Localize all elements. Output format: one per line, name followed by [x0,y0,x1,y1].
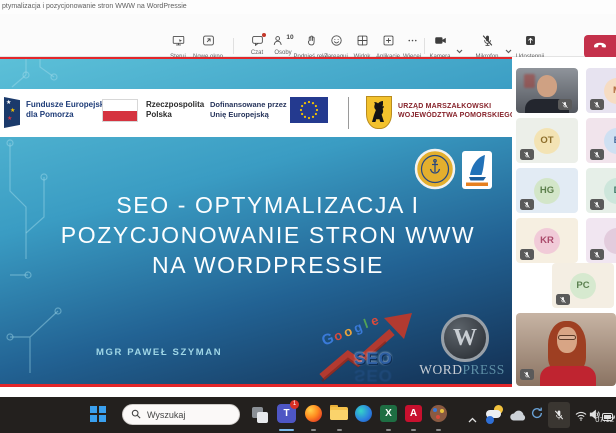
mic-muted-badge [590,99,604,110]
participant-tile-ot[interactable]: OT [516,118,578,163]
marshal-office-label: URZĄD MARSZAŁKOWSKIWOJEWÓDZTWA POMORSKIE… [398,102,516,120]
avatar: B [604,128,616,154]
avatar: HG [534,178,560,204]
edge-app-icon[interactable] [355,405,372,422]
new-window-icon [202,34,215,52]
taskbar-clock[interactable]: 07.12 [595,415,614,424]
start-button[interactable] [90,406,106,422]
face [557,327,577,353]
file-explorer-icon[interactable] [330,407,348,420]
tray-mic-muted-button[interactable] [548,402,570,428]
participant-video-tile-2[interactable] [516,313,616,386]
poland-flag [102,99,138,122]
weather-widget-icon[interactable] [485,404,505,424]
mic-muted-badge [520,199,534,210]
maritime-university-seal [414,148,456,190]
fe-label: Fundusze Europejskiedla Pomorza [26,100,111,121]
participant-tile-d[interactable]: D [586,168,616,213]
seo-reflection: SEO [354,365,393,385]
onedrive-icon[interactable] [509,408,526,426]
mic-muted-badge [520,369,534,380]
wifi-icon[interactable] [575,408,587,426]
open-app-indicator [386,429,391,431]
search-icon [131,409,141,421]
camera-icon [434,34,447,52]
avatar: PC [570,273,596,299]
windows-taskbar: Wyszukaj T 1 X A [0,397,616,433]
firefox-app-icon[interactable] [305,405,322,422]
palette-app-icon[interactable] [430,405,447,422]
wordpress-logotype: WORDPRESS [407,362,517,378]
mic-muted-badge [590,199,604,210]
eu-funding-banner: ★ ★ ★ Fundusze Europejskiedla Pomorza Rz… [0,89,512,137]
teams-notification-badge: 1 [290,400,299,409]
pomerania-griffin-crest [366,96,392,129]
mic-muted-badge [590,149,604,160]
banner-divider [348,97,349,129]
participant-tile-i[interactable]: I [586,218,616,263]
rp-label: RzeczpospolitaPolska [146,100,204,121]
leave-call-button[interactable] [584,35,616,58]
google-seo-graphic: G o o g l e SEO SEO [316,309,418,384]
tray-expand-chevron[interactable] [468,410,477,428]
avatar: OT [534,128,560,154]
excel-app-icon[interactable]: X [380,405,397,422]
teams-app-icon[interactable]: T 1 [277,404,296,423]
open-app-indicator [436,429,441,431]
participant-video-tile[interactable] [516,68,578,113]
window-title: ptymalizacja i pozycjonowanie stron WWW … [2,3,187,10]
share-screen-icon [524,34,537,52]
sync-icon[interactable] [530,406,544,425]
taskbar-search[interactable]: Wyszukaj [122,404,240,425]
glasses [558,335,576,340]
participant-tile-b[interactable]: B [586,118,616,163]
window-title-bar: ptymalizacja i pozycjonowanie stron WWW … [0,0,616,14]
face [537,75,557,97]
sailing-club-logo [462,151,492,189]
mic-muted-badge [558,99,572,110]
avatar: KR [534,228,560,254]
eu-cofinance-label: Dofinansowane przezUnię Europejską [210,100,287,120]
mic-muted-badge [520,149,534,160]
slide-author: MGR PAWEŁ SZYMAN [96,347,222,358]
wordpress-logo-icon: W [441,314,489,362]
meeting-toolbar: Steruj Nowe okno Czat 10 Osoby Podnieś r… [0,14,616,57]
participant-tile-hg[interactable]: HG [516,168,578,213]
mic-muted-badge [520,249,534,260]
mic-muted-icon [481,34,494,52]
eu-flag [290,97,328,123]
acrobat-app-icon[interactable]: A [405,405,422,422]
mic-muted-badge [590,249,604,260]
fundusze-europejskie-logo: ★ ★ ★ [4,97,20,128]
red-sweater [540,366,596,386]
open-app-indicator [279,429,294,431]
participant-tile-pc[interactable]: PC [552,263,614,308]
task-view-button[interactable] [252,407,268,423]
slide-title: SEO - OPTYMALIZACJA I POZYCJONOWANIE STR… [28,190,508,280]
avatar: M [604,78,616,104]
mic-muted-badge [556,294,570,305]
participant-tile-m[interactable]: M [586,68,616,113]
open-app-indicator [411,429,416,431]
open-app-indicator [311,429,316,431]
avatar: D [604,178,616,204]
avatar: I [604,228,616,254]
screen: ptymalizacja i pozycjonowanie stron WWW … [0,0,616,433]
shared-screen-region: ★ ★ ★ Fundusze Europejskiedla Pomorza Rz… [0,57,514,387]
hang-up-phone-icon [592,38,608,56]
participant-tile-kr[interactable]: KR [516,218,578,263]
open-app-indicator [337,429,342,431]
